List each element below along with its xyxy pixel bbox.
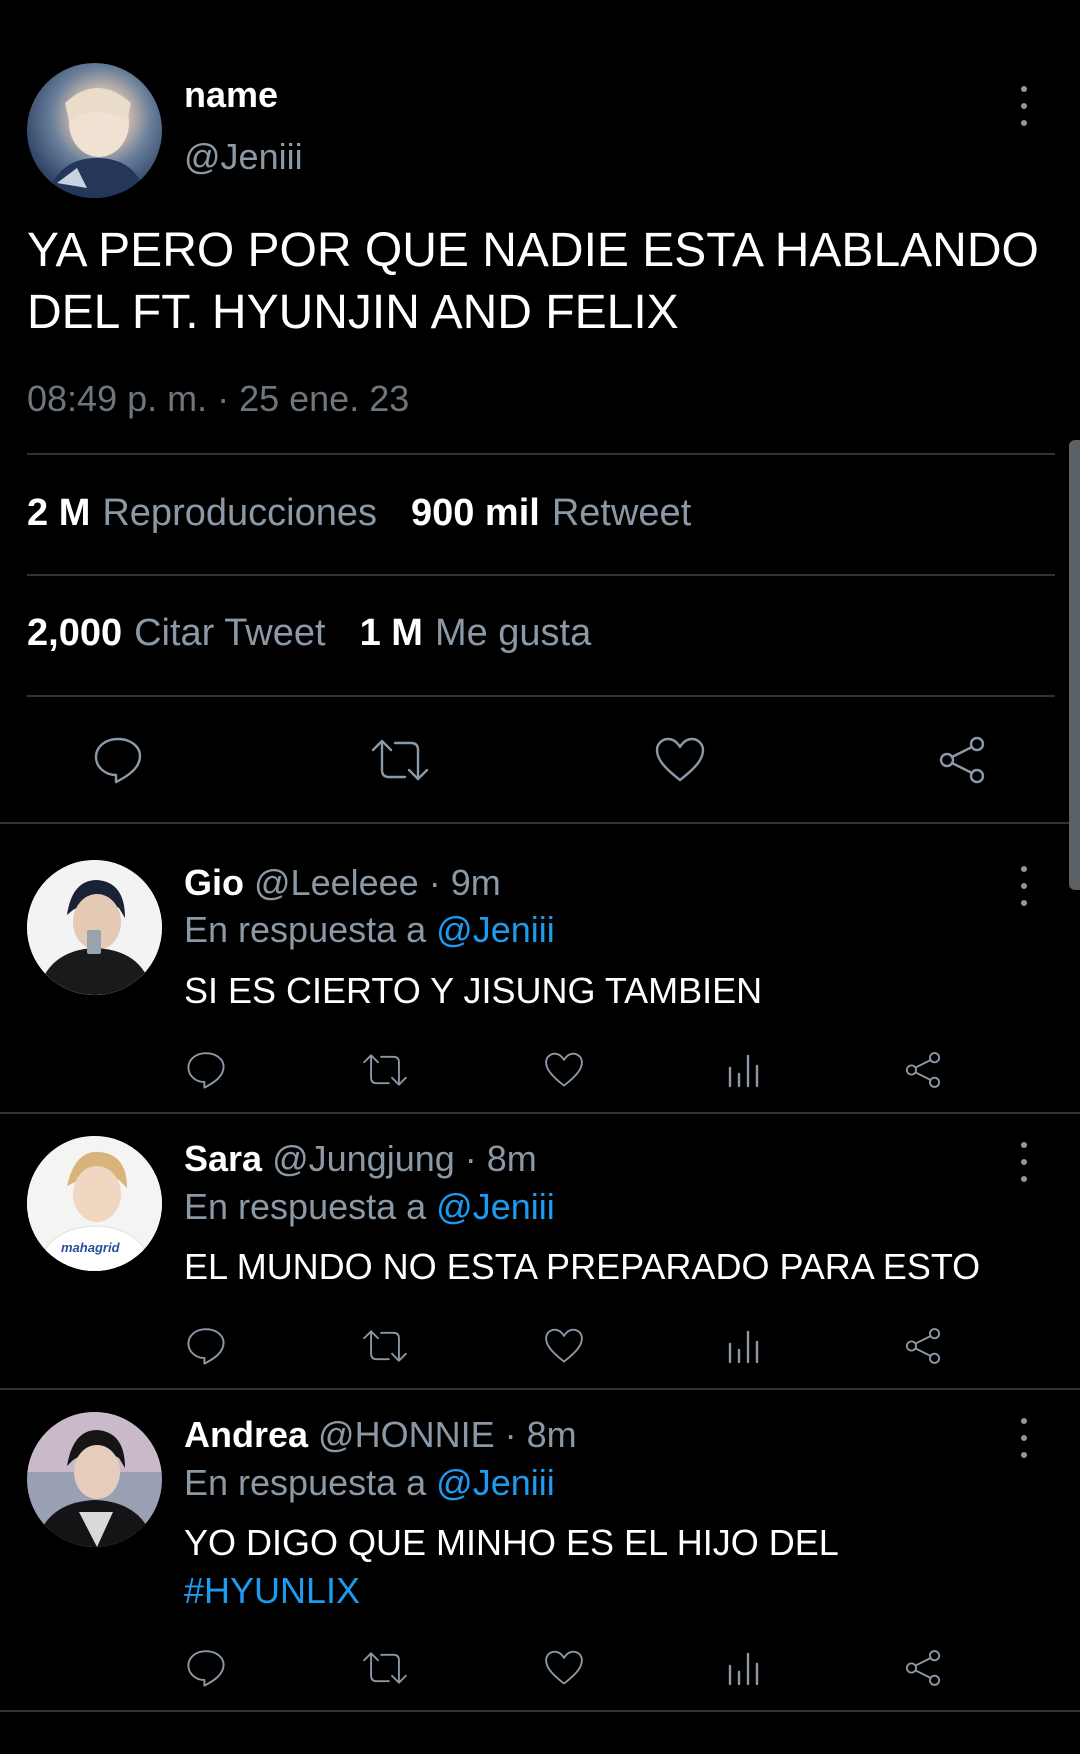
tweet-action-bar [0,730,1080,790]
reply-time: · 8m [464,1138,537,1179]
retweets-count[interactable]: 900 mil [411,492,540,535]
divider [27,574,1055,576]
more-vertical-icon[interactable] [1018,1418,1030,1458]
reply-author-name[interactable]: Andrea [184,1414,308,1455]
reply-author-name[interactable]: Gio [184,862,244,903]
views-count[interactable]: 2 M [27,492,90,535]
reply-avatar[interactable]: mahagrid [27,1136,162,1271]
likes-label[interactable]: Me gusta [435,612,591,655]
tweet-timestamp[interactable]: 08:49 p. m. · 25 ene. 23 [27,378,409,420]
quotes-count[interactable]: 2,000 [27,612,122,655]
author-avatar-image [47,88,147,198]
comment-icon[interactable] [184,1646,228,1690]
analytics-icon[interactable] [722,1048,766,1092]
reply-avatar-image [27,1412,162,1547]
reply-mention-link[interactable]: @Jeniii [436,1186,555,1227]
more-vertical-icon[interactable] [1018,86,1030,126]
author-handle[interactable]: @Jeniii [184,136,303,178]
share-icon[interactable] [900,1324,946,1368]
avatar-logo-text: mahagrid [61,1240,120,1255]
tweet-detail-page: name @Jeniii YA PERO POR QUE NADIE ESTA … [0,0,1080,1754]
reply-header: Sara @Jungjung · 8m [184,1138,537,1180]
tweet-text: YA PERO POR QUE NADIE ESTA HABLANDO DEL … [27,220,1057,344]
reply-text: SI ES CIERTO Y JISUNG TAMBIEN [184,967,1044,1015]
heart-icon[interactable] [541,1324,587,1368]
more-vertical-icon[interactable] [1018,1142,1030,1182]
reply-author-handle[interactable]: @Jungjung [272,1138,455,1179]
share-icon[interactable] [900,1048,946,1092]
author-name[interactable]: name [184,74,278,116]
reply-avatar-image [27,860,162,995]
comment-icon[interactable] [184,1324,228,1368]
reply-time: · 9m [428,862,501,903]
reply-avatar[interactable] [27,1412,162,1547]
stats-row-quotes-likes: 2,000 Citar Tweet 1 M Me gusta [27,612,625,655]
reply-context: En respuesta a @Jeniii [184,909,555,951]
reply-context-label: En respuesta a [184,909,427,950]
tweet-text-line: YA PERO POR QUE NADIE ESTA HABLANDO [27,224,1039,277]
reply-context-label: En respuesta a [184,1186,427,1227]
author-avatar[interactable] [27,63,162,198]
stats-row-views-retweets: 2 M Reproducciones 900 mil Retweet [27,492,725,535]
reply-text: EL MUNDO NO ESTA PREPARADO PARA ESTO [184,1243,1044,1291]
reply-text-content: YO DIGO QUE MINHO ES EL HIJO DEL [184,1522,839,1563]
reply-tweet[interactable]: Gio @Leeleee · 9m En respuesta a @Jeniii… [0,824,1080,1112]
divider [27,453,1055,455]
reply-header: Gio @Leeleee · 9m [184,862,501,904]
reply-avatar[interactable] [27,860,162,995]
share-icon[interactable] [932,734,992,786]
reply-mention-link[interactable]: @Jeniii [436,909,555,950]
reply-mention-link[interactable]: @Jeniii [436,1462,555,1503]
reply-context: En respuesta a @Jeniii [184,1462,555,1504]
analytics-icon[interactable] [722,1324,766,1368]
reply-context-label: En respuesta a [184,1462,427,1503]
reply-context: En respuesta a @Jeniii [184,1186,555,1228]
divider [27,695,1055,697]
heart-icon[interactable] [541,1646,587,1690]
likes-count[interactable]: 1 M [360,612,423,655]
quotes-label[interactable]: Citar Tweet [134,612,325,655]
scrollbar[interactable] [1069,440,1080,890]
retweet-icon[interactable] [360,1324,410,1368]
retweet-icon[interactable] [360,1646,410,1690]
comment-icon[interactable] [88,734,148,786]
reply-text: YO DIGO QUE MINHO ES EL HIJO DEL #HYUNLI… [184,1519,1044,1615]
reply-tweet[interactable]: Andrea @HONNIE · 8m En respuesta a @Jeni… [0,1390,1080,1710]
heart-icon[interactable] [650,734,710,786]
comment-icon[interactable] [184,1048,228,1092]
reply-time: · 8m [504,1414,577,1455]
tweet-text-line: DEL FT. HYUNJIN AND FELIX [27,286,679,339]
reply-text-content: SI ES CIERTO Y JISUNG TAMBIEN [184,970,763,1011]
views-label[interactable]: Reproducciones [102,492,377,535]
share-icon[interactable] [900,1646,946,1690]
reply-tweet[interactable]: mahagrid Sara @Jungjung · 8m En respuest… [0,1114,1080,1388]
heart-icon[interactable] [541,1048,587,1092]
retweets-label[interactable]: Retweet [552,492,691,535]
retweet-icon[interactable] [360,1048,410,1092]
reply-author-handle[interactable]: @Leeleee [254,862,419,903]
retweet-icon[interactable] [368,734,432,786]
reply-text-content: EL MUNDO NO ESTA PREPARADO PARA ESTO [184,1246,981,1287]
reply-author-name[interactable]: Sara [184,1138,262,1179]
reply-header: Andrea @HONNIE · 8m [184,1414,577,1456]
reply-author-handle[interactable]: @HONNIE [318,1414,495,1455]
hashtag-link[interactable]: #HYUNLIX [184,1567,1044,1615]
analytics-icon[interactable] [722,1646,766,1690]
divider [0,1710,1080,1712]
more-vertical-icon[interactable] [1018,866,1030,906]
